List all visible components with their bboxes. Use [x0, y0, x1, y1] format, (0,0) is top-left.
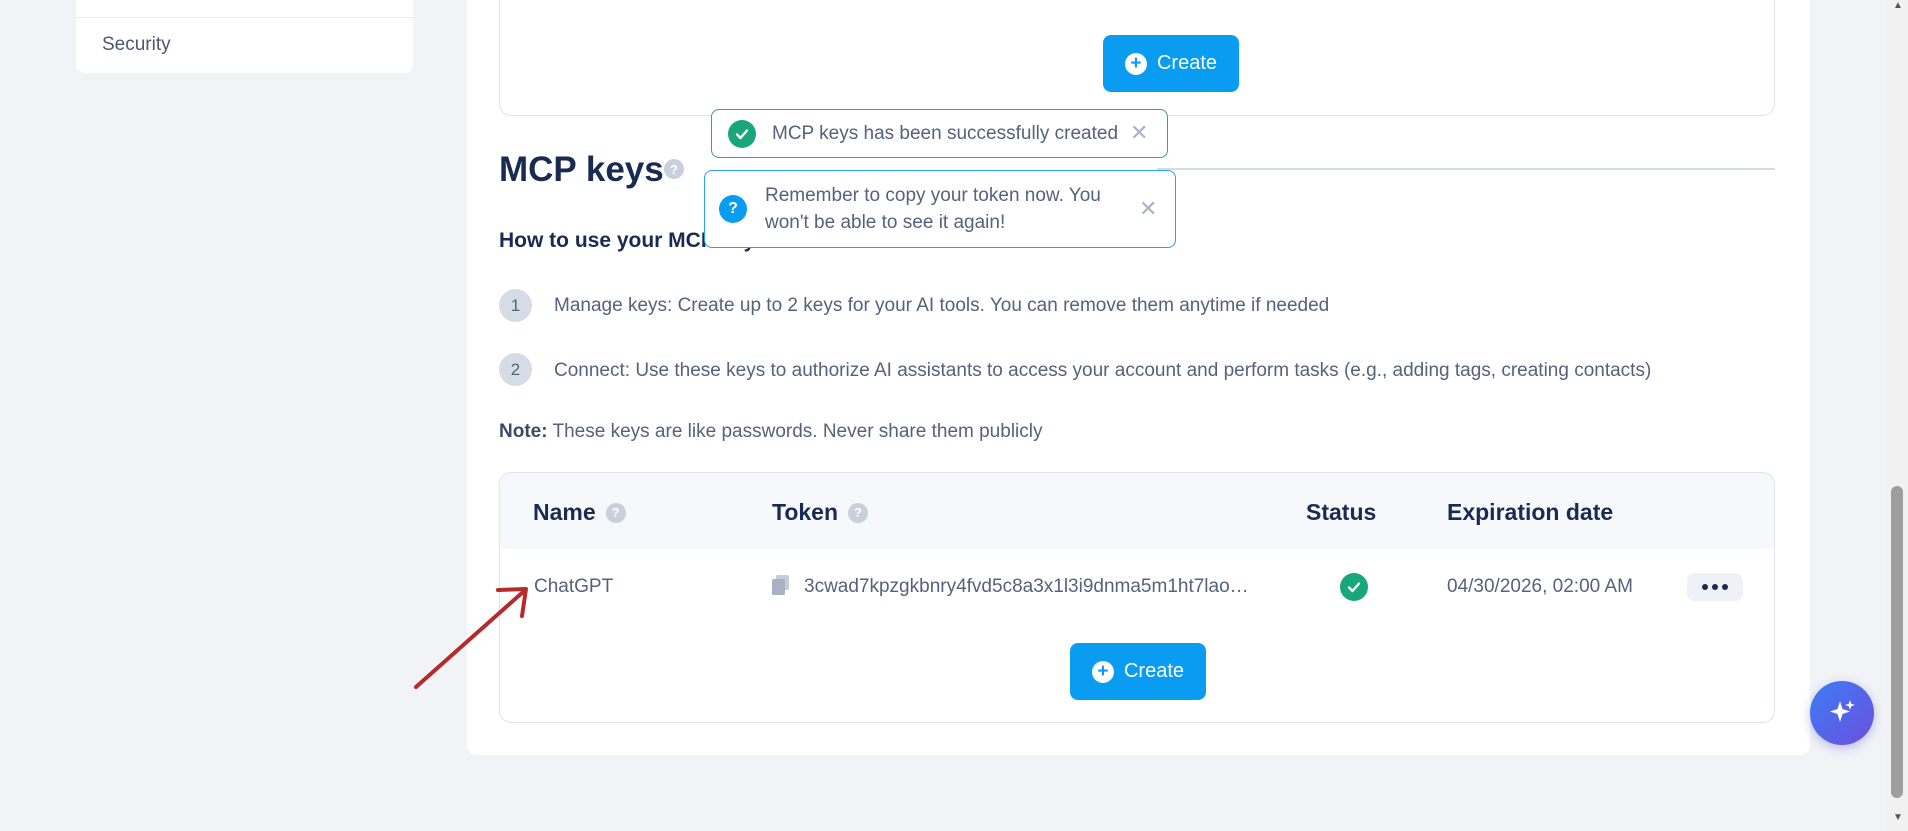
column-header-status: Status: [1306, 499, 1376, 526]
key-name: ChatGPT: [534, 576, 614, 597]
more-actions-button[interactable]: [1687, 573, 1743, 601]
more-dot: [1722, 584, 1728, 590]
note-text: These keys are like passwords. Never sha…: [552, 421, 1043, 442]
question-circle-icon[interactable]: ?: [848, 502, 869, 523]
step-text: Connect: Use these keys to authorize AI …: [554, 360, 1652, 381]
sidebar: Security: [76, 0, 413, 73]
scroll-down-icon[interactable]: ▼: [1893, 812, 1903, 823]
toast-success-message: MCP keys has been successfully created: [772, 122, 1119, 144]
note-label: Note:: [499, 421, 548, 442]
column-header-name: Name ?: [533, 499, 626, 526]
more-dot: [1712, 584, 1718, 590]
section-title: MCP keys: [499, 150, 664, 189]
column-header-label: Token: [772, 499, 839, 525]
scroll-up-icon[interactable]: ▲: [1893, 0, 1903, 11]
key-expiration: 04/30/2026, 02:00 AM: [1447, 576, 1633, 597]
step-number: 1: [499, 289, 532, 322]
create-button-top[interactable]: + Create: [1103, 35, 1239, 92]
check-circle-icon: [1340, 573, 1368, 601]
previous-section-box: + Create: [499, 0, 1775, 116]
close-icon[interactable]: ✕: [1139, 198, 1157, 220]
keys-table: Name ? Token ? Status Expiration date Ch…: [499, 472, 1775, 723]
note: Note: These keys are like passwords. Nev…: [499, 421, 1042, 443]
column-header-label: Expiration date: [1447, 499, 1614, 525]
create-button[interactable]: + Create: [1070, 643, 1206, 700]
sparkle-icon: [1830, 700, 1855, 722]
sidebar-item-security[interactable]: Security: [102, 34, 171, 56]
toast-info-line: won't be able to see it again!: [765, 212, 1006, 233]
column-header-token: Token ?: [772, 499, 869, 526]
key-token: 3cwad7kpzgkbnry4fvd5c8a3x1l3i9dnma5m1ht7…: [804, 576, 1249, 597]
check-circle-icon: [728, 119, 756, 148]
question-circle-icon[interactable]: ?: [664, 159, 684, 179]
create-button-label: Create: [1123, 660, 1185, 682]
scrollbar-thumb[interactable]: [1891, 486, 1903, 798]
question-circle-icon[interactable]: ?: [605, 502, 626, 523]
copy-icon[interactable]: [772, 575, 790, 595]
table-header: Name ? Token ? Status Expiration date: [500, 473, 1774, 549]
toast-info-line: Remember to copy your token now. You: [765, 185, 1101, 206]
plus-circle-icon: +: [1124, 52, 1147, 75]
scrollbar[interactable]: ▲ ▼: [1887, 0, 1908, 831]
toast-info-message: Remember to copy your token now. You won…: [765, 182, 1101, 236]
toast-success: MCP keys has been successfully created ✕: [711, 109, 1168, 158]
plus-circle-icon: +: [1091, 660, 1114, 683]
toast-info: ? Remember to copy your token now. You w…: [704, 170, 1176, 248]
step-text: Manage keys: Create up to 2 keys for you…: [554, 295, 1330, 316]
ai-assistant-button[interactable]: [1810, 681, 1874, 745]
column-header-label: Status: [1306, 499, 1377, 525]
column-header-expiration: Expiration date: [1447, 499, 1613, 526]
column-header-label: Name: [533, 499, 596, 525]
more-horizontal-icon: [1702, 584, 1708, 590]
section-divider: [1157, 168, 1775, 170]
question-circle-icon: ?: [719, 195, 747, 223]
annotation-arrow: [414, 587, 528, 689]
step-number: 2: [499, 353, 532, 386]
create-button-label: Create: [1156, 52, 1218, 74]
close-icon[interactable]: ✕: [1130, 122, 1148, 144]
sidebar-divider: [76, 17, 413, 18]
